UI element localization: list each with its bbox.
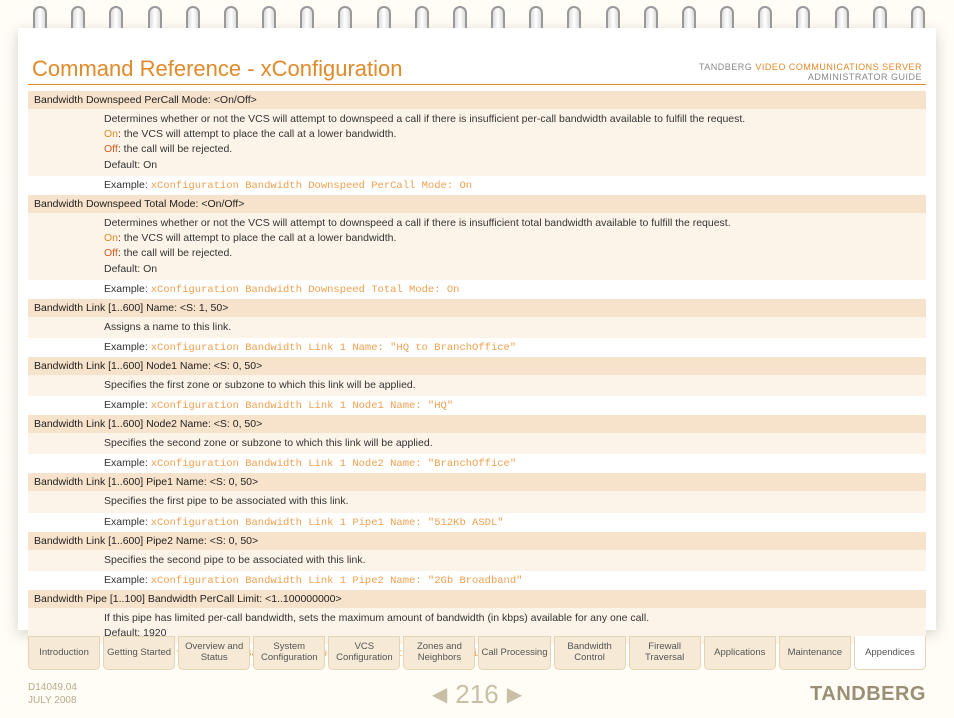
tab-introduction[interactable]: Introduction — [28, 636, 100, 670]
prev-page-icon[interactable]: ◀ — [432, 682, 447, 707]
tab-bandwidth-control[interactable]: Bandwidth Control — [554, 636, 626, 670]
header-brand: TANDBERG VIDEO COMMUNICATIONS SERVER ADM… — [699, 62, 922, 82]
command-row: Bandwidth Link [1..600] Name: <S: 1, 50> — [28, 299, 926, 317]
description-row: Specifies the first pipe to be associate… — [28, 491, 926, 512]
tab-zones-and-neighbors[interactable]: Zones and Neighbors — [403, 636, 475, 670]
doc-id: D14049.04 JULY 2008 — [28, 681, 77, 707]
command-row: Bandwidth Link [1..600] Pipe1 Name: <S: … — [28, 473, 926, 491]
example-row: Example: xConfiguration Bandwidth Link 1… — [28, 454, 926, 473]
description-row: Assigns a name to this link. — [28, 317, 926, 338]
description-row: Specifies the first zone or subzone to w… — [28, 375, 926, 396]
tab-vcs-configuration[interactable]: VCS Configuration — [328, 636, 400, 670]
pager: ◀ 216 ▶ — [432, 679, 522, 710]
command-row: Bandwidth Pipe [1..100] Bandwidth PerCal… — [28, 590, 926, 608]
description-row: Specifies the second zone or subzone to … — [28, 433, 926, 454]
command-row: Bandwidth Link [1..600] Pipe2 Name: <S: … — [28, 532, 926, 550]
command-row: Bandwidth Downspeed PerCall Mode: <On/Of… — [28, 91, 926, 109]
header-subtitle: ADMINISTRATOR GUIDE — [808, 72, 922, 82]
next-page-icon[interactable]: ▶ — [507, 682, 522, 707]
tab-system-configuration[interactable]: System Configuration — [253, 636, 325, 670]
footer: D14049.04 JULY 2008 ◀ 216 ▶ TANDBERG — [28, 676, 926, 712]
tab-call-processing[interactable]: Call Processing — [478, 636, 550, 670]
example-row: Example: xConfiguration Bandwidth Downsp… — [28, 176, 926, 195]
tab-appendices[interactable]: Appendices — [854, 636, 926, 670]
description-row: Determines whether or not the VCS will a… — [28, 109, 926, 176]
command-row: Bandwidth Link [1..600] Node1 Name: <S: … — [28, 357, 926, 375]
tab-getting-started[interactable]: Getting Started — [103, 636, 175, 670]
tab-maintenance[interactable]: Maintenance — [779, 636, 851, 670]
description-row: Determines whether or not the VCS will a… — [28, 213, 926, 280]
brand-sub: VIDEO COMMUNICATIONS SERVER — [755, 62, 922, 72]
brand-logo: TANDBERG — [810, 683, 926, 706]
description-row: Specifies the second pipe to be associat… — [28, 550, 926, 571]
example-row: Example: xConfiguration Bandwidth Link 1… — [28, 513, 926, 532]
doc-number: D14049.04 — [28, 682, 77, 693]
example-row: Example: xConfiguration Bandwidth Downsp… — [28, 280, 926, 299]
doc-date: JULY 2008 — [28, 695, 77, 706]
brand-pre: TANDBERG — [699, 62, 755, 72]
command-row: Bandwidth Downspeed Total Mode: <On/Off> — [28, 195, 926, 213]
example-row: Example: xConfiguration Bandwidth Link 1… — [28, 396, 926, 415]
example-row: Example: xConfiguration Bandwidth Link 1… — [28, 571, 926, 590]
page-number: 216 — [455, 679, 498, 710]
page-card: Command Reference - xConfiguration TANDB… — [18, 28, 936, 630]
header: Command Reference - xConfiguration TANDB… — [28, 56, 926, 85]
example-row: Example: xConfiguration Bandwidth Link 1… — [28, 338, 926, 357]
tab-applications[interactable]: Applications — [704, 636, 776, 670]
tab-firewall-traversal[interactable]: Firewall Traversal — [629, 636, 701, 670]
tab-overview-and-status[interactable]: Overview and Status — [178, 636, 250, 670]
bottom-tabs: IntroductionGetting StartedOverview and … — [28, 636, 926, 670]
command-row: Bandwidth Link [1..600] Node2 Name: <S: … — [28, 415, 926, 433]
spiral-binding — [30, 6, 924, 36]
command-table: Bandwidth Downspeed PerCall Mode: <On/Of… — [28, 91, 926, 663]
page-title: Command Reference - xConfiguration — [32, 56, 403, 82]
